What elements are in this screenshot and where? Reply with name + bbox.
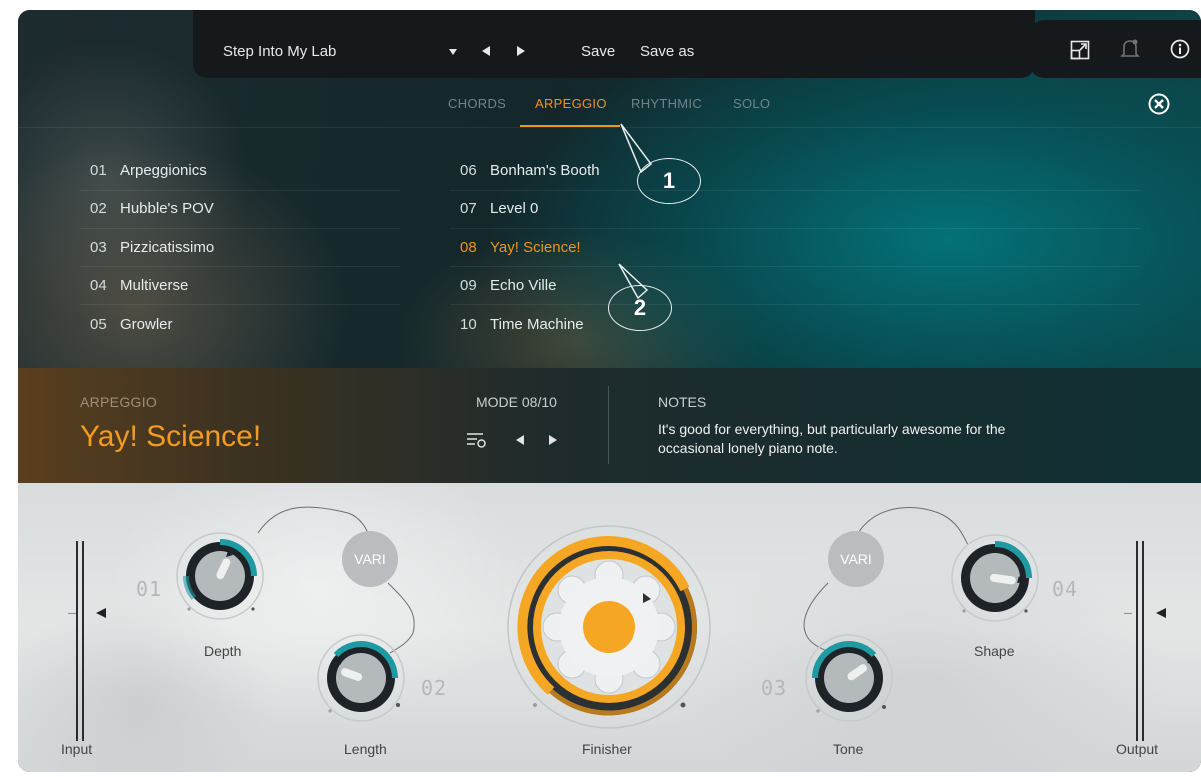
plugin-window: Step Into My Lab Save Save as CHORDS ARP… [18, 10, 1201, 772]
input-meter[interactable] [66, 541, 118, 751]
preset-category: ARPEGGIO [80, 394, 158, 410]
length-label: Length [344, 741, 387, 757]
arrow-right-icon[interactable] [548, 434, 558, 446]
preset-number: 06 [460, 162, 477, 179]
output-label: Output [1116, 741, 1159, 757]
preset-number: 09 [460, 277, 477, 294]
preset-number: 02 [90, 200, 107, 217]
callout-2: 2 [608, 285, 672, 331]
divider [450, 228, 1140, 229]
preset-number: 10 [460, 316, 477, 333]
preset-item[interactable]: 05 Growler [90, 316, 173, 333]
divider [80, 266, 400, 267]
divider [80, 228, 400, 229]
resize-icon[interactable] [1070, 40, 1090, 60]
preset-name: Pizzicatissimo [120, 239, 215, 256]
divider [450, 304, 1140, 305]
preset-number: 01 [90, 162, 107, 179]
utility-panel [1030, 20, 1201, 78]
preset-item[interactable]: 03 Pizzicatissimo [90, 239, 214, 256]
notes-text: It's good for everything, but particular… [658, 421, 1006, 456]
notes-label: NOTES [658, 394, 707, 410]
preset-number: 08 [460, 239, 477, 256]
preset-item[interactable]: 04 Multiverse [90, 277, 188, 294]
preset-item[interactable]: 01 Arpeggionics [90, 162, 207, 179]
shape-label: Shape [974, 643, 1015, 659]
tone-knob[interactable] [804, 633, 894, 723]
preset-name: Arpeggionics [120, 162, 207, 179]
preset-number: 03 [90, 239, 107, 256]
active-tab-indicator [520, 125, 620, 127]
divider [80, 304, 400, 305]
save-as-button[interactable]: Save as [640, 43, 694, 60]
preset-title: Yay! Science! [80, 420, 262, 453]
preset-browser: Step Into My Lab Save Save as CHORDS ARP… [18, 10, 1201, 368]
preset-name: Multiverse [120, 277, 189, 294]
close-icon[interactable] [1148, 93, 1170, 115]
preset-item[interactable]: 02 Hubble's POV [90, 200, 214, 217]
preset-name: Time Machine [490, 316, 584, 333]
preset-info-strip: ARPEGGIO Yay! Science! MODE 08/10 NOTES … [18, 368, 1201, 483]
divider [450, 190, 1140, 191]
finisher-label: Finisher [582, 741, 632, 757]
bell-icon[interactable] [1120, 38, 1140, 60]
info-icon[interactable] [1170, 39, 1190, 59]
top-bar: Step Into My Lab Save Save as [193, 10, 1035, 78]
slot-number: 02 [421, 676, 448, 700]
preset-item[interactable]: 10 Time Machine [460, 316, 584, 333]
list-icon[interactable] [466, 431, 488, 449]
shape-knob[interactable] [950, 533, 1040, 623]
preset-name: Echo Ville [490, 277, 557, 294]
depth-label: Depth [204, 643, 242, 659]
vari-button-right[interactable]: VARI [828, 531, 884, 587]
arrow-left-icon[interactable] [481, 45, 491, 57]
preset-item[interactable]: 07 Level 0 [460, 200, 538, 217]
length-knob[interactable] [316, 633, 406, 723]
preset-name: Yay! Science! [490, 239, 581, 256]
divider [80, 190, 400, 191]
finisher-knob[interactable] [505, 523, 713, 731]
preset-item[interactable]: 06 Bonham's Booth [460, 162, 600, 179]
preset-name: Level 0 [490, 200, 539, 217]
preset-name: Bonham's Booth [490, 162, 600, 179]
vari-button-left[interactable]: VARI [342, 531, 398, 587]
arrow-left-icon[interactable] [515, 434, 525, 446]
tone-label: Tone [833, 741, 864, 757]
preset-number: 05 [90, 316, 107, 333]
mode-label: MODE 08/10 [476, 394, 557, 410]
tab-rhythmic[interactable]: RHYTHMIC [631, 96, 702, 111]
depth-knob[interactable] [175, 531, 265, 621]
slot-number: 01 [136, 577, 163, 601]
divider [608, 386, 609, 464]
output-meter[interactable] [1120, 541, 1172, 751]
preset-name: Growler [120, 316, 173, 333]
tab-solo[interactable]: SOLO [733, 96, 770, 111]
tab-divider [18, 127, 1201, 128]
callout-1: 1 [637, 158, 701, 204]
control-panel: Input 01 Depth VARI 02 Length Finisher V… [18, 483, 1201, 772]
divider [450, 266, 1140, 267]
slot-number: 03 [761, 676, 788, 700]
chevron-down-icon[interactable] [448, 48, 458, 56]
preset-number: 07 [460, 200, 477, 217]
tab-arpeggio[interactable]: ARPEGGIO [535, 96, 607, 111]
preset-item[interactable]: 09 Echo Ville [460, 277, 556, 294]
input-label: Input [61, 741, 93, 757]
save-button[interactable]: Save [581, 43, 615, 60]
preset-number: 04 [90, 277, 107, 294]
preset-item-selected[interactable]: 08 Yay! Science! [460, 239, 581, 256]
arrow-right-icon[interactable] [516, 45, 526, 57]
slot-number: 04 [1052, 577, 1079, 601]
preset-name-display[interactable]: Step Into My Lab [223, 43, 336, 60]
preset-name: Hubble's POV [120, 200, 214, 217]
tab-chords[interactable]: CHORDS [448, 96, 506, 111]
